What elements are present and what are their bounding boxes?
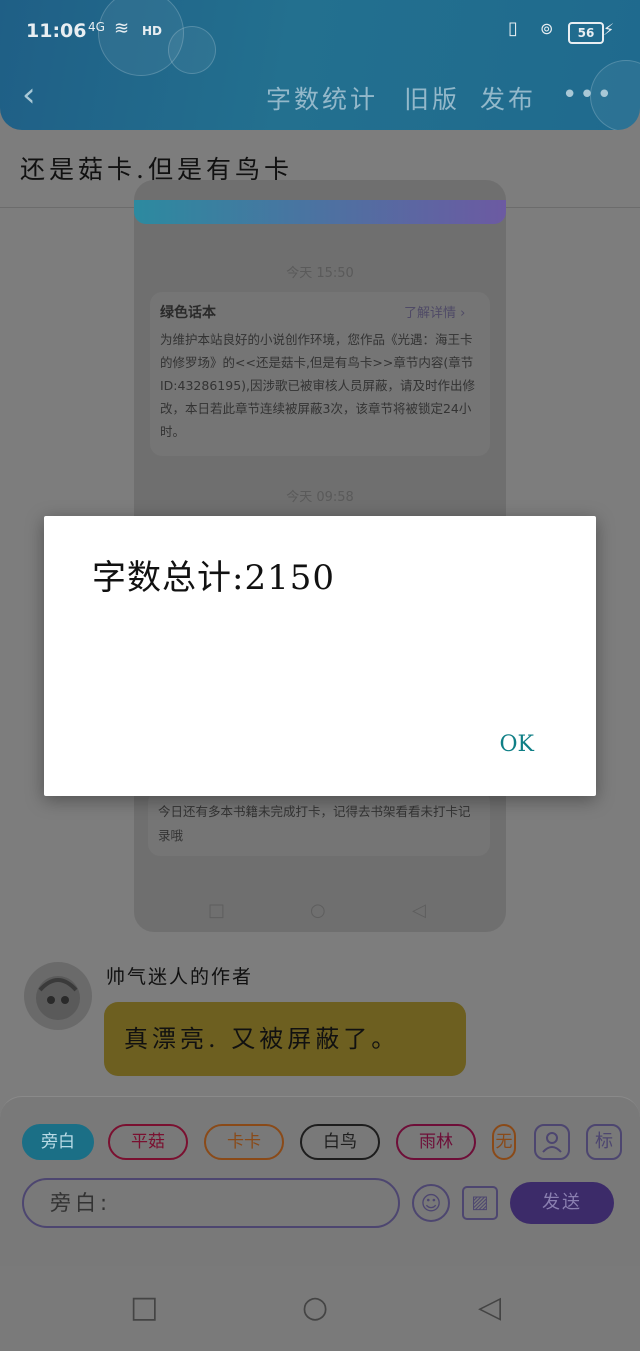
- author-name: 帅气迷人的作者: [106, 966, 254, 988]
- tag-button[interactable]: 标: [586, 1124, 622, 1160]
- top-header: 11:06 4G ≋ HD ▯ ⊚ 56 ⚡ ‹ 字数统计 旧版 发布 •••: [0, 0, 640, 130]
- embedded-banner: [134, 200, 506, 224]
- emoji-icon[interactable]: ☺: [412, 1184, 450, 1222]
- triangle-icon: ◁: [412, 900, 426, 921]
- message-input[interactable]: 旁白:: [22, 1178, 400, 1228]
- circle-icon: ○: [310, 900, 326, 921]
- avatar[interactable]: [24, 962, 92, 1030]
- notice-body: 为维护本站良好的小说创作环境，您作品《光遇：海王卡的修罗场》的<<还是菇卡,但是…: [160, 332, 475, 439]
- back-nav-icon[interactable]: ◁: [478, 1290, 501, 1325]
- word-count-button[interactable]: 字数统计: [266, 80, 378, 116]
- message-bubble[interactable]: 真漂亮. 又被屏蔽了。: [104, 1002, 466, 1076]
- battery-level: 56: [568, 22, 604, 44]
- timestamp: 今天 09:58: [286, 490, 354, 505]
- recent-apps-icon[interactable]: □: [130, 1290, 158, 1325]
- role-chip[interactable]: 旁白: [22, 1124, 94, 1160]
- status-bar: 11:06 4G ≋ HD ▯ ⊚ 56 ⚡: [0, 14, 640, 50]
- role-chip[interactable]: 无: [492, 1124, 516, 1160]
- hd-indicator: HD: [142, 24, 163, 38]
- more-icon[interactable]: •••: [562, 80, 614, 110]
- square-icon: □: [208, 900, 226, 921]
- vibrate-icon: ▯: [508, 18, 518, 39]
- nav-bar: ‹ 字数统计 旧版 发布 •••: [0, 72, 640, 120]
- home-icon[interactable]: ○: [302, 1290, 328, 1325]
- character-icon[interactable]: [534, 1124, 570, 1160]
- notice-body: 今日还有多本书籍未完成打卡，记得去书架看看未打卡记录哦: [158, 804, 471, 843]
- role-chip[interactable]: 平菇: [108, 1124, 188, 1160]
- image-icon[interactable]: ▨: [462, 1186, 498, 1220]
- wifi-icon: ≋: [114, 18, 130, 39]
- network-indicator: 4G: [88, 20, 105, 34]
- send-button[interactable]: 发送: [510, 1182, 614, 1224]
- old-version-button[interactable]: 旧版: [404, 80, 460, 116]
- ok-button[interactable]: OK: [500, 732, 534, 757]
- lock-icon: ⊚: [540, 19, 554, 38]
- publish-button[interactable]: 发布: [480, 80, 536, 116]
- role-chip[interactable]: 白鸟: [300, 1124, 380, 1160]
- role-chip[interactable]: 雨林: [396, 1124, 476, 1160]
- charging-icon: ⚡: [603, 20, 615, 39]
- notice-more-link: 了解详情 ›: [404, 306, 466, 321]
- role-chip[interactable]: 卡卡: [204, 1124, 284, 1160]
- status-time: 11:06: [26, 20, 87, 42]
- back-icon[interactable]: ‹: [22, 78, 36, 112]
- timestamp: 今天 15:50: [286, 266, 354, 281]
- notice-title: 绿色话本: [160, 305, 216, 321]
- word-count-dialog: 字数总计:2150 OK: [44, 516, 596, 796]
- dialog-message: 字数总计:2150: [92, 558, 335, 598]
